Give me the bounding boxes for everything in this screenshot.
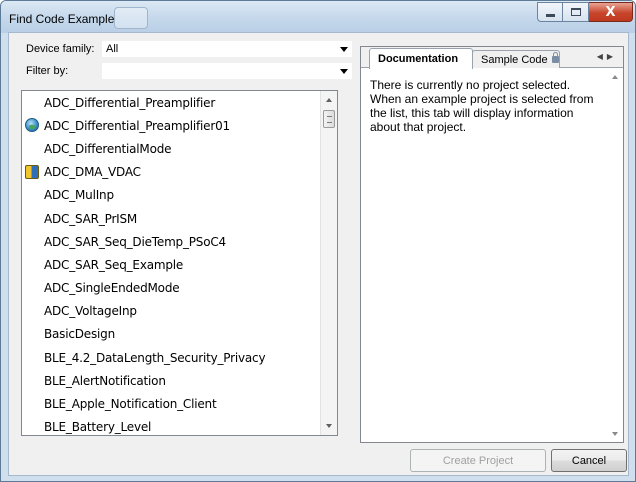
minimize-icon: [545, 13, 555, 17]
example-list-items: ADC_Differential_Preamplifier ADC_Differe…: [22, 91, 322, 435]
tab-sample-code-label: Sample Code: [481, 53, 548, 66]
filter-by-row: Filter by:: [21, 61, 358, 81]
list-item[interactable]: BLE_Battery_Level: [22, 416, 322, 435]
list-item[interactable]: ADC_SingleEndedMode: [22, 277, 322, 300]
window-title: Find Code Example: [9, 12, 115, 26]
list-item[interactable]: BasicDesign: [22, 323, 322, 346]
list-item[interactable]: ADC_MulInp: [22, 184, 322, 207]
window-controls: X: [537, 2, 633, 22]
device-family-label: Device family:: [26, 43, 95, 55]
scroll-thumb[interactable]: [323, 110, 335, 128]
minimize-button[interactable]: [537, 2, 563, 22]
device-family-value: All: [106, 43, 119, 55]
title-bar-tab: [114, 7, 148, 29]
create-project-button[interactable]: Create Project: [410, 449, 546, 472]
tab-sample-code[interactable]: Sample Code: [472, 50, 560, 68]
list-item[interactable]: ADC_DMA_VDAC: [22, 161, 322, 184]
globe-icon: [25, 118, 39, 133]
list-item[interactable]: ADC_Differential_Preamplifier: [22, 91, 322, 114]
create-project-label: Create Project: [442, 454, 514, 467]
details-panel: Documentation Sample Code ◀▶ There is cu…: [360, 46, 624, 443]
tab-strip: Documentation Sample Code ◀▶: [361, 47, 623, 69]
list-item-label: ADC_SAR_Seq_Example: [44, 257, 184, 272]
device-family-dropdown[interactable]: All: [101, 40, 353, 58]
tab-documentation-label: Documentation: [378, 53, 459, 65]
list-item-label: BLE_Apple_Notification_Client: [44, 397, 217, 412]
list-item-label: ADC_SAR_Seq_DieTemp_PSoC4: [44, 234, 226, 249]
scroll-down-icon[interactable]: [326, 424, 332, 428]
scroll-up-icon[interactable]: [612, 75, 618, 79]
list-item[interactable]: ADC_SAR_Seq_DieTemp_PSoC4: [22, 230, 322, 253]
lock-icon: [551, 52, 559, 63]
maximize-icon: [570, 8, 581, 16]
list-item[interactable]: ADC_DifferentialMode: [22, 137, 322, 160]
list-item[interactable]: BLE_4.2_DataLength_Security_Privacy: [22, 346, 322, 369]
filter-by-dropdown[interactable]: [101, 62, 353, 80]
scroll-down-icon[interactable]: [612, 432, 618, 436]
cancel-button[interactable]: Cancel: [551, 449, 627, 472]
list-item[interactable]: ADC_VoltageInp: [22, 300, 322, 323]
close-button[interactable]: X: [589, 2, 633, 22]
tab-scroll-arrows-icon[interactable]: ◀▶: [597, 52, 617, 61]
chevron-down-icon: [340, 47, 348, 52]
title-bar[interactable]: Find Code Example X: [1, 1, 635, 33]
documentation-text: There is currently no project selected. …: [370, 78, 594, 134]
pc-icon: [25, 164, 39, 179]
list-item-label: ADC_VoltageInp: [44, 304, 137, 319]
dialog-client-area: Device family: All Filter by: ADC_Differ…: [8, 32, 629, 476]
filter-by-label: Filter by:: [26, 65, 69, 77]
list-item-label: ADC_DifferentialMode: [44, 141, 172, 156]
find-code-example-window: Find Code Example X Device family: All F…: [0, 0, 636, 482]
list-vertical-scrollbar[interactable]: [320, 91, 337, 435]
list-item[interactable]: ADC_SAR_PrISM: [22, 207, 322, 230]
list-item-label: BasicDesign: [44, 327, 116, 342]
device-family-row: Device family: All: [21, 39, 358, 59]
list-item-label: ADC_SAR_PrISM: [44, 211, 138, 226]
list-item-label: ADC_Differential_Preamplifier: [44, 95, 216, 110]
cancel-label: Cancel: [571, 454, 607, 467]
list-item-label: ADC_SingleEndedMode: [44, 281, 180, 296]
list-item-label: BLE_Battery_Level: [44, 420, 152, 435]
maximize-button[interactable]: [563, 2, 589, 22]
list-item-label: ADC_MulInp: [44, 188, 114, 203]
chevron-down-icon: [340, 69, 348, 74]
close-icon: X: [605, 4, 616, 20]
list-item-label: ADC_DMA_VDAC: [44, 165, 141, 180]
list-item[interactable]: BLE_Apple_Notification_Client: [22, 392, 322, 415]
example-list[interactable]: ADC_Differential_Preamplifier ADC_Differe…: [21, 90, 338, 436]
list-item[interactable]: BLE_AlertNotification: [22, 369, 322, 392]
list-item-label: BLE_4.2_DataLength_Security_Privacy: [44, 350, 266, 365]
list-item-label: ADC_Differential_Preamplifier01: [44, 118, 230, 133]
list-item[interactable]: ADC_Differential_Preamplifier01: [22, 114, 322, 137]
list-item[interactable]: ADC_SAR_Seq_Example: [22, 253, 322, 276]
tab-documentation[interactable]: Documentation: [369, 48, 473, 69]
scroll-up-icon[interactable]: [326, 98, 332, 102]
list-item-label: BLE_AlertNotification: [44, 373, 166, 388]
